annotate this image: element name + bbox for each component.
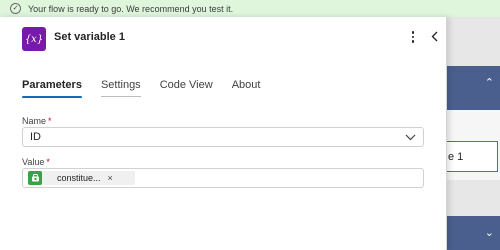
chevron-up-icon[interactable]: ⌃ <box>485 76 494 89</box>
name-select-value: ID <box>30 131 41 143</box>
flow-card-footer[interactable]: ⌄ <box>447 216 500 250</box>
chevron-down-icon <box>405 132 416 144</box>
tab-parameters[interactable]: Parameters <box>22 79 82 98</box>
value-field-label: Value * <box>22 157 50 167</box>
action-details-panel: {x} Set variable 1 Parameters Settings C… <box>0 17 447 250</box>
name-label-text: Name <box>22 116 47 126</box>
remove-token-icon[interactable]: × <box>108 173 113 183</box>
tab-code-view[interactable]: Code View <box>160 79 213 97</box>
tab-settings[interactable]: Settings <box>100 79 141 97</box>
success-banner: ✓ Your flow is ready to go. We recommend… <box>0 0 500 17</box>
more-options-icon[interactable] <box>408 29 418 45</box>
check-circle-icon: ✓ <box>10 3 21 14</box>
value-input[interactable]: constitue... × <box>22 168 424 188</box>
flow-card-header[interactable]: ⌃ <box>447 66 500 110</box>
panel-tabs: Parameters Settings Code View About <box>22 79 260 101</box>
name-field-label: Name * <box>22 116 52 126</box>
value-label-text: Value <box>22 157 45 167</box>
banner-message: Your flow is ready to go. We recommend y… <box>28 3 234 14</box>
token-label: constitue... <box>57 173 101 183</box>
flow-canvas: ⌃ e 1 ⌄ <box>447 17 500 250</box>
tab-about[interactable]: About <box>232 79 261 97</box>
required-marker: * <box>48 116 52 126</box>
dynamic-content-token[interactable]: constitue... × <box>28 171 135 185</box>
dataverse-icon <box>28 171 42 185</box>
collapse-panel-icon[interactable] <box>428 28 440 44</box>
chevron-down-icon[interactable]: ⌄ <box>485 226 494 239</box>
variable-icon: {x} <box>22 27 46 51</box>
flow-node-set-variable[interactable]: e 1 <box>447 141 498 172</box>
required-marker: * <box>46 157 50 167</box>
flow-node-label: e 1 <box>448 150 464 163</box>
panel-title[interactable]: Set variable 1 <box>54 31 125 43</box>
name-select[interactable]: ID <box>22 127 424 147</box>
